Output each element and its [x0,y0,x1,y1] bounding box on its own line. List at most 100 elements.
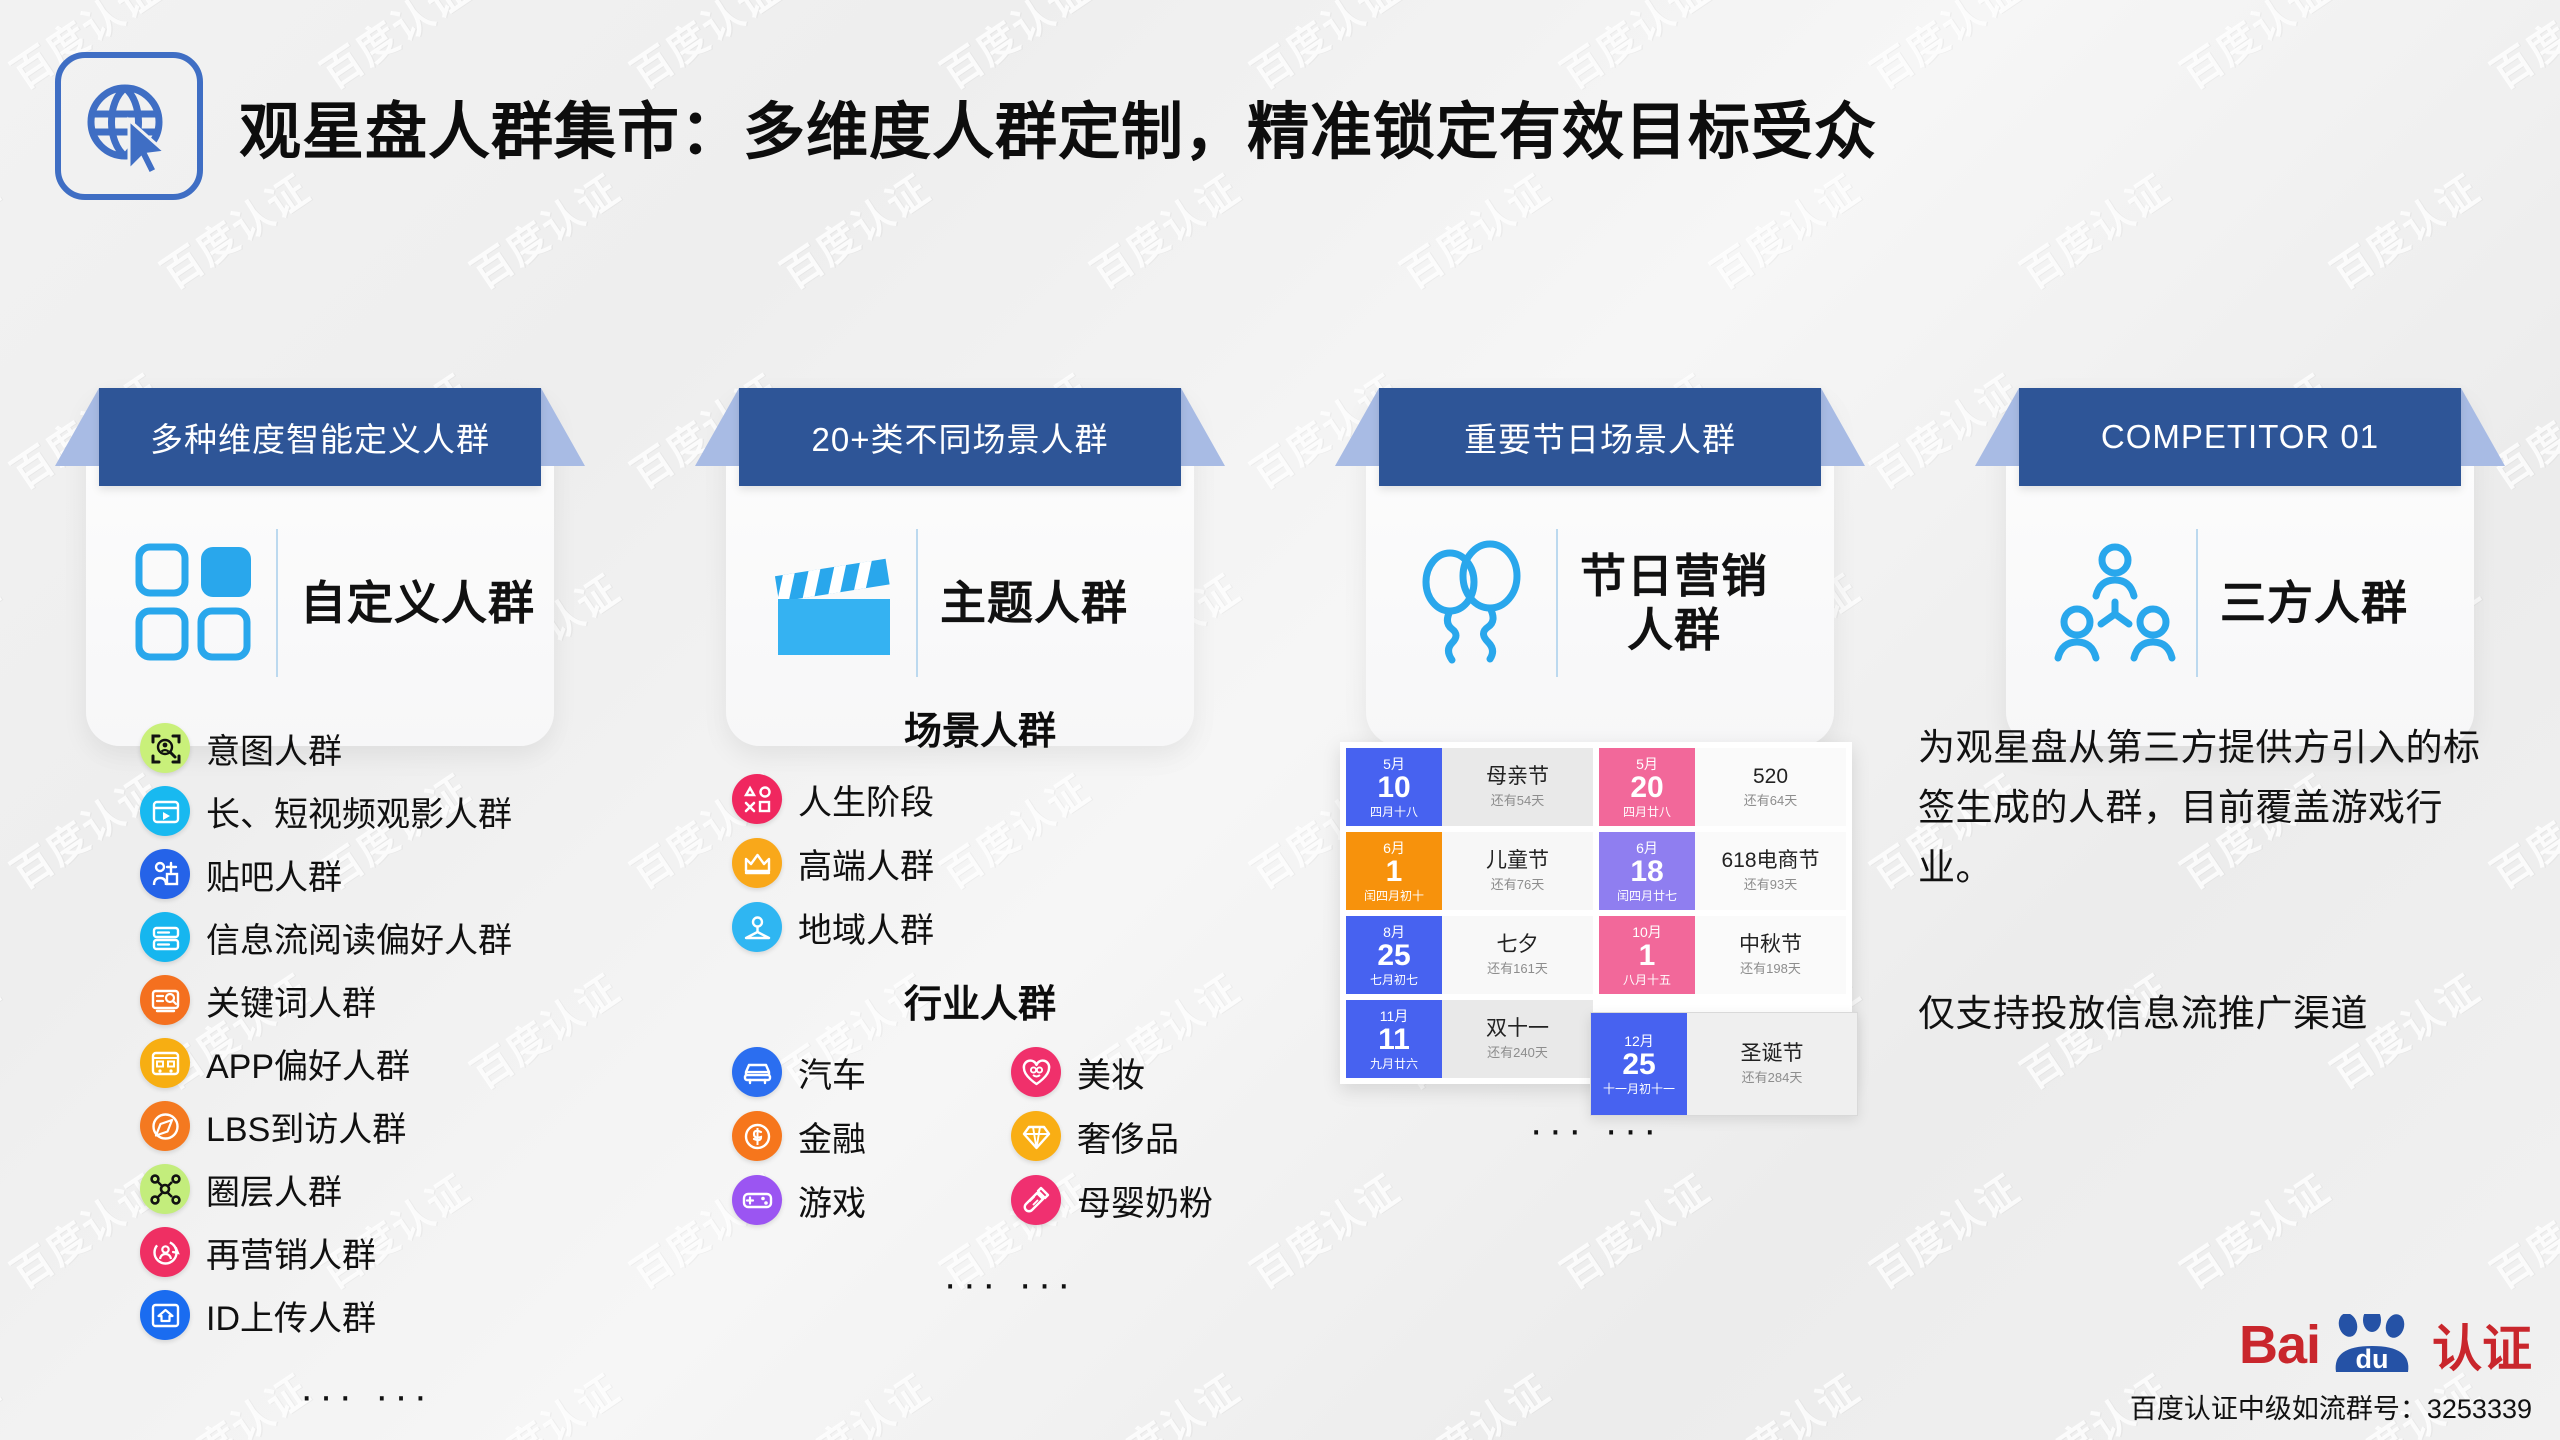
card-theme-audience[interactable]: 20+类不同场景人群 主题人群 [695,388,1225,746]
calendar-lunar: 十一月初十一 [1602,1081,1675,1096]
list-item-label: 长、短视频观影人群 [206,795,512,834]
keyword-search-icon [140,975,190,1025]
calendar-cell[interactable]: 6月 18 闰四月廿七 618电商节 还有93天 [1599,832,1846,910]
card-thirdparty-audience[interactable]: COMPETITOR 01 三方人群 [1975,388,2505,746]
target-person-scan-icon [140,723,190,773]
festival-calendar-panel: 5月 10 四月十八 母亲节 还有54天 5月 20 四月廿八 520 还有64天 6月 1 闰四月初十… [1340,742,1858,1150]
calendar-lunar: 八月十五 [1622,972,1671,987]
list-item[interactable]: 再营销人群 [140,1222,512,1282]
calendar-festival-name: 双十一 [1486,1016,1549,1040]
industry-audience-grid: 汽车 美妆金融 奢侈品游戏 母婴奶粉 [700,1042,1260,1230]
calendar-month: 11月 [1379,1007,1409,1024]
section-title-industry: 行业人群 [903,984,1056,1026]
calendar-lunar: 四月廿八 [1622,804,1671,819]
crown-icon [732,838,782,888]
thirdparty-note: 仅支持投放信息流推广渠道 [1918,992,2368,1034]
card-banner-ribbon-2: 20+类不同场景人群 [695,388,1225,508]
list-item[interactable]: 高端人群 [732,833,1260,893]
thirdparty-paragraph: 为观星盘从第三方提供方引入的标签生成的人群，目前覆盖游戏行业。 [1918,727,2481,888]
list-item-label: 高端人群 [798,847,934,886]
baidu-renzheng-logo: Bai du 认证 [2239,1309,2532,1381]
list-item[interactable]: 金融 [732,1106,981,1166]
card-title-2: 主题人群 [940,576,1128,629]
calendar-cell[interactable]: 6月 1 闰四月初十 儿童节 还有76天 [1346,832,1593,910]
baidu-logo-du: du [2356,1344,2389,1374]
list-item[interactable]: 长、短视频观影人群 [140,781,512,841]
list-item[interactable]: 美妆 [1011,1042,1260,1102]
page-header: 观星盘人群集市：多维度人群定制，精准锁定有效目标受众 [55,52,1877,200]
card-custom-audience[interactable]: 多种维度智能定义人群 自定义人群 [55,388,585,746]
calendar-lunar: 四月十八 [1369,804,1418,819]
card-banner-label-2: 20+类不同场景人群 [811,421,1109,458]
calendar-cell[interactable]: 5月 10 四月十八 母亲节 还有54天 [1346,748,1593,826]
balloons-icon [1400,528,1550,678]
card-divider-2 [916,529,918,677]
calendar-day: 1 [1385,854,1403,888]
calendar-days-left: 还有284天 [1741,1070,1803,1086]
list-item[interactable]: 关键词人群 [140,970,512,1030]
location-person-icon [732,902,782,952]
network-nodes-icon [140,1164,190,1214]
list-item-label: 金融 [798,1120,866,1159]
calendar-day: 18 [1630,854,1664,888]
calendar-festival-name: 七夕 [1496,932,1539,956]
list-item[interactable]: 人生阶段 [732,769,1260,829]
car-icon [732,1047,782,1097]
list-item[interactable]: 意图人群 [140,718,512,778]
baidu-paw-icon: du [2335,1314,2409,1374]
calendar-cell[interactable]: 11月 11 九月廿六 双十一 还有240天 [1346,1000,1593,1078]
list-item[interactable]: 汽车 [732,1042,981,1102]
card-column-3: 重要节日场景人群 节日营销 人群 [1280,370,1920,746]
list-item-label: APP偏好人群 [206,1047,411,1086]
calendar-date-block: 8月 25 七月初七 [1346,916,1442,994]
baidu-logo-bai: Bai [2238,1315,2321,1375]
list-item[interactable]: 信息流阅读偏好人群 [140,907,512,967]
calendar-days-left: 还有93天 [1743,877,1798,893]
list-item[interactable]: LBS到访人群 [140,1096,512,1156]
custom-audience-list: 意图人群长、短视频观影人群 贴吧人群信息流阅读偏好人群 关键词人群 APP偏好人群 LB… [140,718,512,1416]
calendar-month: 6月 [1383,839,1405,856]
tieba-icon [140,849,190,899]
festival-calendar-overlay-cell[interactable]: 12月 25 十一月初十一 圣诞节 还有284天 [1590,1012,1858,1116]
calendar-date-block: 11月 11 九月廿六 [1346,1000,1442,1078]
list-item[interactable]: APP偏好人群 [140,1033,512,1093]
list-item[interactable]: 地域人群 [732,897,1260,957]
list-item[interactable]: 圈层人群 [140,1159,512,1219]
ribbon-wing-right-icon [1821,388,1865,466]
list-item-label: 意图人群 [206,732,342,771]
scene-audience-list: 人生阶段高端人群地域人群 [700,769,1260,957]
clapperboard-icon [760,528,910,678]
list-item[interactable]: 母婴奶粉 [1011,1170,1260,1230]
card-title-3-line2: 人群 [1627,604,1721,656]
card-title-3: 节日营销 人群 [1580,549,1768,658]
calendar-lunar: 闰四月廿七 [1616,888,1677,903]
card-title-4: 三方人群 [2220,576,2408,629]
calendar-cell[interactable]: 8月 25 七月初七 七夕 还有161天 [1346,916,1593,994]
four-squares-grid-icon [120,528,270,678]
card-banner-3: 重要节日场景人群 [1379,388,1821,486]
calendar-month: 10月 [1632,923,1662,940]
calendar-cell[interactable]: 10月 1 八月十五 中秋节 还有198天 [1599,916,1846,994]
calendar-month: 5月 [1383,755,1405,772]
list-item-label: 圈层人群 [206,1173,342,1212]
list-item[interactable]: 贴吧人群 [140,844,512,904]
calendar-day: 25 [1377,938,1411,972]
card-banner-label-3: 重要节日场景人群 [1464,421,1736,458]
app-grid-icon [140,1038,190,1088]
list-item[interactable]: 游戏 [732,1170,981,1230]
globe-cursor-icon [55,52,203,200]
list-item[interactable]: ID上传人群 [140,1285,512,1345]
list-item[interactable]: 奢侈品 [1011,1106,1260,1166]
card-divider-4 [2196,529,2198,677]
page-title: 观星盘人群集市：多维度人群定制，精准锁定有效目标受众 [239,98,1878,167]
footer-group-number: 百度认证中级如流群号：3253339 [2129,1394,2532,1424]
card-title-3-line1: 节日营销 [1580,549,1768,602]
list-item-label: 奢侈品 [1077,1120,1179,1159]
list-item-label: 贴吧人群 [206,858,342,897]
calendar-cell[interactable]: 5月 20 四月廿八 520 还有64天 [1599,748,1846,826]
card-festival-audience[interactable]: 重要节日场景人群 节日营销 人群 [1335,388,1865,746]
calendar-date-block: 5月 20 四月廿八 [1599,748,1695,826]
calendar-month: 8月 [1383,923,1405,940]
calendar-date-block: 12月 25 十一月初十一 [1591,1013,1687,1115]
calendar-days-left: 还有198天 [1740,961,1801,977]
